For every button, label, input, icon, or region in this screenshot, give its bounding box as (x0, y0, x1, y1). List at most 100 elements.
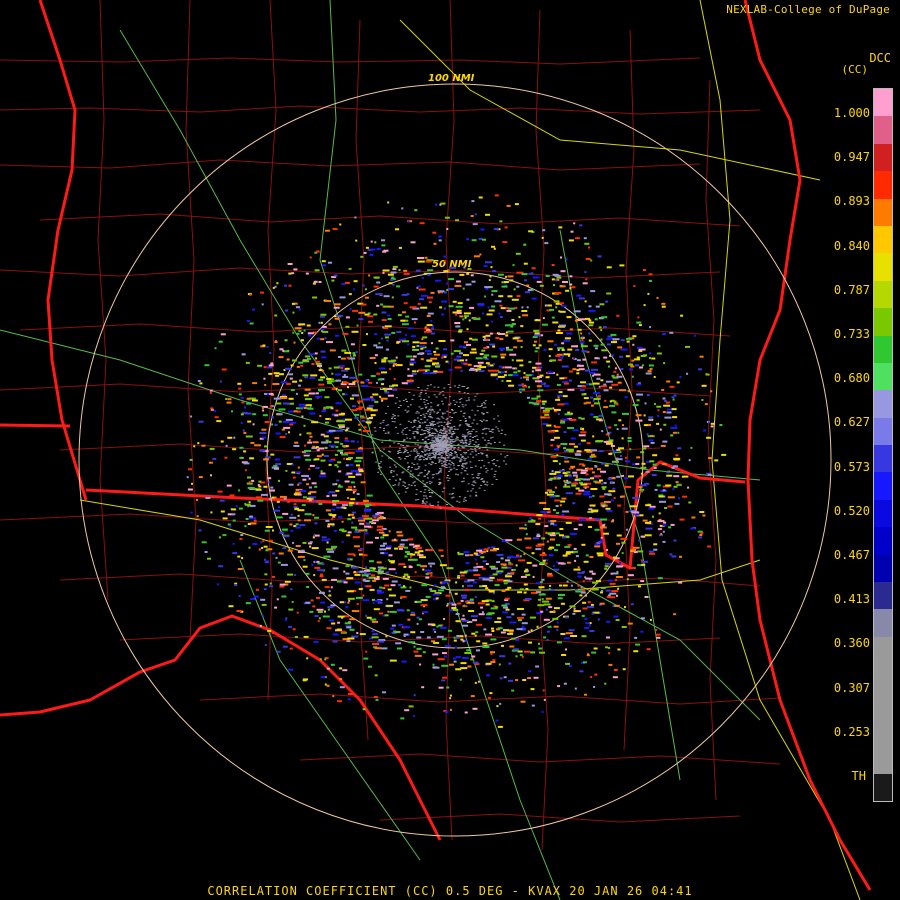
radar-echo-gate (380, 397, 388, 400)
radar-echo-gate (531, 370, 534, 373)
radar-echo-gate (426, 445, 429, 447)
radar-echo-gate (498, 295, 504, 298)
radar-echo-gate (655, 629, 658, 631)
radar-echo-gate (298, 361, 304, 364)
radar-echo-gate (318, 321, 321, 324)
radar-echo-gate (314, 560, 317, 563)
radar-echo-gate (595, 440, 603, 443)
radar-echo-gate (521, 613, 526, 616)
radar-echo-gate (371, 636, 379, 639)
radar-echo-gate (566, 332, 573, 335)
radar-echo-gate (426, 352, 432, 355)
radar-echo-gate (446, 455, 448, 456)
radar-echo-gate (443, 487, 446, 489)
radar-echo-gate (341, 349, 347, 352)
color-scale-label: TH (851, 769, 866, 783)
radar-echo-gate (486, 454, 489, 456)
radar-echo-gate (628, 368, 633, 371)
radar-echo-gate (433, 454, 436, 456)
radar-echo-gate (634, 364, 639, 367)
radar-echo-gate (496, 561, 501, 564)
radar-echo-gate (564, 460, 570, 463)
radar-echo-gate (432, 448, 435, 450)
radar-echo-gate (555, 532, 560, 535)
radar-echo-gate (532, 537, 539, 540)
radar-echo-gate (396, 341, 400, 344)
radar-echo-gate (554, 477, 556, 480)
radar-echo-gate (443, 427, 446, 429)
radar-echo-gate (420, 408, 423, 410)
radar-echo-gate (457, 553, 464, 556)
radar-echo-gate (309, 464, 315, 467)
range-label-100: 100 NMI (428, 73, 475, 84)
radar-echo-gate (594, 318, 598, 321)
radar-echo-gate (266, 346, 269, 348)
radar-echo-gate (434, 435, 437, 437)
radar-echo-gate (247, 523, 251, 525)
radar-echo-gate (441, 638, 447, 641)
radar-echo-gate (680, 314, 684, 317)
radar-echo-gate (414, 448, 417, 449)
radar-echo-gate (373, 285, 379, 288)
radar-echo-gate (467, 584, 474, 587)
radar-echo-gate (452, 487, 455, 489)
radar-echo-gate (257, 484, 260, 486)
radar-echo-gate (427, 439, 430, 440)
radar-echo-gate (279, 585, 285, 588)
radar-echo-gate (427, 396, 430, 398)
radar-echo-gate (557, 394, 562, 397)
radar-echo-gate (491, 630, 495, 632)
radar-echo-gate (557, 396, 560, 399)
radar-echo-gate (584, 490, 591, 493)
radar-echo-gate (190, 415, 193, 418)
color-scale-segment (874, 417, 892, 446)
radar-echo-gate (410, 484, 413, 486)
radar-echo-gate (387, 432, 390, 434)
radar-echo-gate (439, 432, 441, 433)
radar-echo-gate (545, 597, 552, 600)
radar-echo-gate (548, 348, 553, 351)
radar-echo-gate (559, 377, 565, 380)
radar-echo-gate (635, 643, 641, 646)
radar-echo-gate (481, 437, 484, 439)
radar-echo-gate (373, 696, 378, 698)
radar-echo-gate (594, 402, 600, 405)
radar-echo-gate (568, 370, 573, 373)
radar-echo-gate (578, 297, 585, 300)
radar-echo-gate (331, 578, 338, 581)
radar-echo-gate (641, 560, 649, 563)
radar-echo-gate (438, 589, 444, 592)
radar-echo-gate (421, 686, 425, 689)
radar-echo-gate (458, 501, 461, 503)
radar-echo-gate (461, 594, 468, 597)
radar-echo-gate (570, 412, 573, 415)
radar-echo-gate (370, 375, 376, 377)
radar-echo-gate (422, 500, 424, 502)
radar-echo-gate (384, 412, 387, 414)
radar-echo-gate (399, 543, 405, 546)
radar-echo-gate (485, 213, 490, 216)
radar-echo-gate (405, 398, 407, 400)
radar-echo-gate (468, 431, 471, 433)
radar-echo-gate (388, 594, 396, 597)
radar-echo-gate (589, 504, 596, 507)
radar-echo-gate (420, 389, 423, 391)
radar-echo-gate (366, 616, 372, 619)
radar-echo-gate (392, 484, 395, 486)
radar-echo-gate (337, 700, 342, 703)
radar-echo-gate (416, 451, 419, 453)
radar-echo-gate (373, 608, 380, 611)
radar-echo-gate (468, 443, 471, 445)
radar-echo-gate (649, 326, 652, 329)
radar-echo-gate (476, 439, 479, 440)
radar-echo-gate (378, 468, 381, 470)
radar-echo-gate (572, 429, 579, 432)
radar-echo-gate (439, 444, 442, 446)
radar-echo-gate (387, 431, 390, 433)
radar-echo-gate (448, 278, 455, 281)
radar-echo-gate (343, 507, 347, 509)
radar-echo-gate (557, 347, 565, 350)
color-scale-label: 0.893 (833, 194, 870, 209)
radar-echo-gate (296, 332, 300, 335)
radar-echo-gate (570, 584, 573, 587)
